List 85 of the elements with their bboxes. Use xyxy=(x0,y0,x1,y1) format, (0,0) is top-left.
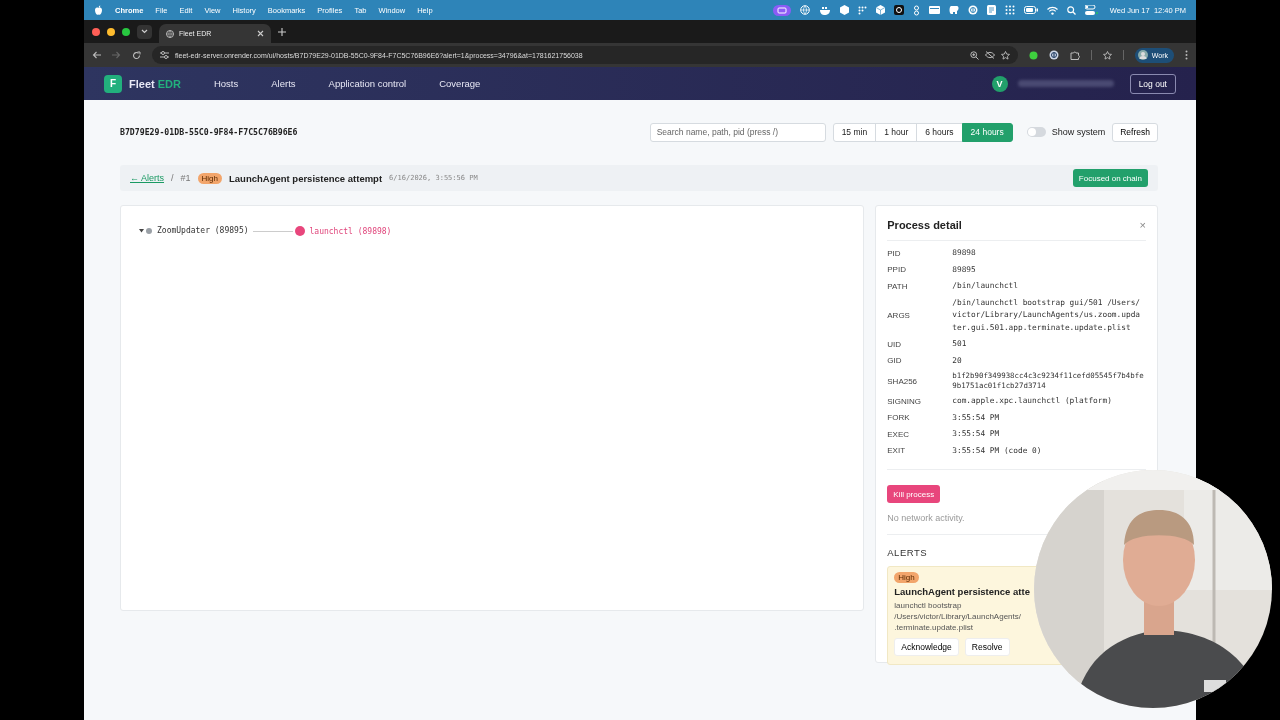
field-label: EXIT xyxy=(887,446,907,456)
field-label: PID xyxy=(887,248,902,258)
minimize-window-button[interactable] xyxy=(107,27,115,36)
extension-icon[interactable] xyxy=(1028,50,1038,60)
password-icon[interactable] xyxy=(1048,50,1059,60)
alert-action-button[interactable]: Acknowledge xyxy=(894,638,959,656)
alert-detail-line: .terminate.update.plist xyxy=(894,622,974,633)
puzzle-icon[interactable] xyxy=(1069,50,1080,60)
globe-icon[interactable] xyxy=(799,5,810,15)
reload-icon[interactable] xyxy=(132,50,141,60)
refresh-button[interactable]: Refresh xyxy=(1112,122,1158,142)
toggle-label: Show system xyxy=(1051,127,1106,137)
host-id: B7D79E29-01DB-55C0-9F84-F7C5C76B96E6 xyxy=(120,127,299,137)
plus-icon[interactable] xyxy=(278,27,286,36)
star-icon[interactable] xyxy=(1000,50,1010,60)
document-icon[interactable] xyxy=(986,5,996,15)
wifi-icon[interactable] xyxy=(1046,5,1058,15)
alert-detail-line: launchctl bootstrap xyxy=(894,600,963,611)
field-label: EXEC xyxy=(887,429,911,439)
time-range-button[interactable]: 6 hours xyxy=(916,122,963,142)
tab-search-button[interactable] xyxy=(137,24,152,39)
control-center-icon[interactable] xyxy=(1084,5,1098,15)
process-label[interactable]: launchctl (89898) xyxy=(309,226,392,236)
brand-name: Fleet EDR xyxy=(129,77,181,90)
process-label[interactable]: ZoomUpdater (89895) xyxy=(157,226,249,235)
screen-icon[interactable] xyxy=(772,4,791,16)
dots-grid-icon[interactable] xyxy=(1004,5,1015,15)
battery-icon[interactable] xyxy=(1023,6,1038,14)
eye-slash-icon[interactable] xyxy=(984,51,995,59)
forward-icon[interactable] xyxy=(112,51,121,59)
nav-link[interactable]: Coverage xyxy=(439,78,481,89)
avatar-icon xyxy=(1137,50,1148,60)
alert-detail-line: /Users/victor/Library/LaunchAgents/ xyxy=(894,611,1022,622)
nav-link[interactable]: Hosts xyxy=(213,78,239,89)
nav-link[interactable]: Application control xyxy=(328,78,407,89)
search-icon[interactable] xyxy=(1066,5,1076,15)
field-label: SHA256 xyxy=(887,376,919,386)
alert-number: #1 xyxy=(180,173,191,183)
process-node-icon[interactable] xyxy=(146,227,152,234)
panel-title: Process detail xyxy=(887,219,962,231)
process-node-icon[interactable] xyxy=(294,226,305,236)
more-menu-icon[interactable] xyxy=(1185,50,1188,60)
search-field[interactable]: Search name, path, pid (press /) xyxy=(649,122,826,142)
maximize-window-button[interactable] xyxy=(122,27,130,36)
grid-icon[interactable] xyxy=(857,5,867,15)
severity-badge: High xyxy=(197,172,222,184)
field-label: PPID xyxy=(887,265,907,275)
reading-list-icon[interactable] xyxy=(1102,50,1112,60)
close-button[interactable]: × xyxy=(1139,219,1146,231)
logo-mark: F xyxy=(104,74,122,93)
time-range-button[interactable]: 1 hour xyxy=(875,122,918,142)
field-label: GID xyxy=(887,356,903,366)
field-label: PATH xyxy=(887,281,909,291)
alert-title: LaunchAgent persistence attempt xyxy=(229,172,383,184)
time-range-button[interactable]: 24 hours xyxy=(961,122,1013,142)
field-label: UID xyxy=(887,339,903,349)
kill-process-button[interactable]: Kill process xyxy=(887,485,941,503)
app-icon[interactable] xyxy=(893,5,904,15)
back-link[interactable]: ← Alerts xyxy=(130,173,164,183)
caret-down-icon[interactable] xyxy=(139,228,144,233)
apple-icon xyxy=(94,5,103,15)
focus-button[interactable]: Focused on chain xyxy=(1072,169,1148,187)
alert-title: LaunchAgent persistence atte xyxy=(894,586,1031,597)
site-settings-icon[interactable] xyxy=(160,51,169,59)
toggle-switch[interactable] xyxy=(1026,127,1046,137)
alert-action-button[interactable]: Resolve xyxy=(964,638,1010,656)
section-heading: ALERTS xyxy=(887,547,929,558)
field-label: ARGS xyxy=(887,310,911,320)
chevron-down-icon xyxy=(141,29,148,34)
close-icon[interactable] xyxy=(257,30,264,37)
zoom-icon[interactable] xyxy=(969,50,979,60)
back-icon[interactable] xyxy=(92,51,101,59)
user-avatar[interactable]: V xyxy=(991,75,1008,92)
time-range-button[interactable]: 15 min xyxy=(832,122,877,142)
field-label: FORK xyxy=(887,413,911,423)
box-icon[interactable] xyxy=(875,5,885,15)
breadcrumb-separator: / xyxy=(171,173,174,183)
logout-button[interactable]: Log out xyxy=(1129,73,1176,94)
nav-link[interactable]: Alerts xyxy=(271,78,296,89)
cube-icon[interactable] xyxy=(839,5,849,15)
globe-icon xyxy=(166,29,174,38)
severity-badge: High xyxy=(894,572,919,583)
close-window-button[interactable] xyxy=(92,27,100,36)
field-label: SIGNING xyxy=(887,396,923,406)
window-icon[interactable] xyxy=(928,6,940,14)
